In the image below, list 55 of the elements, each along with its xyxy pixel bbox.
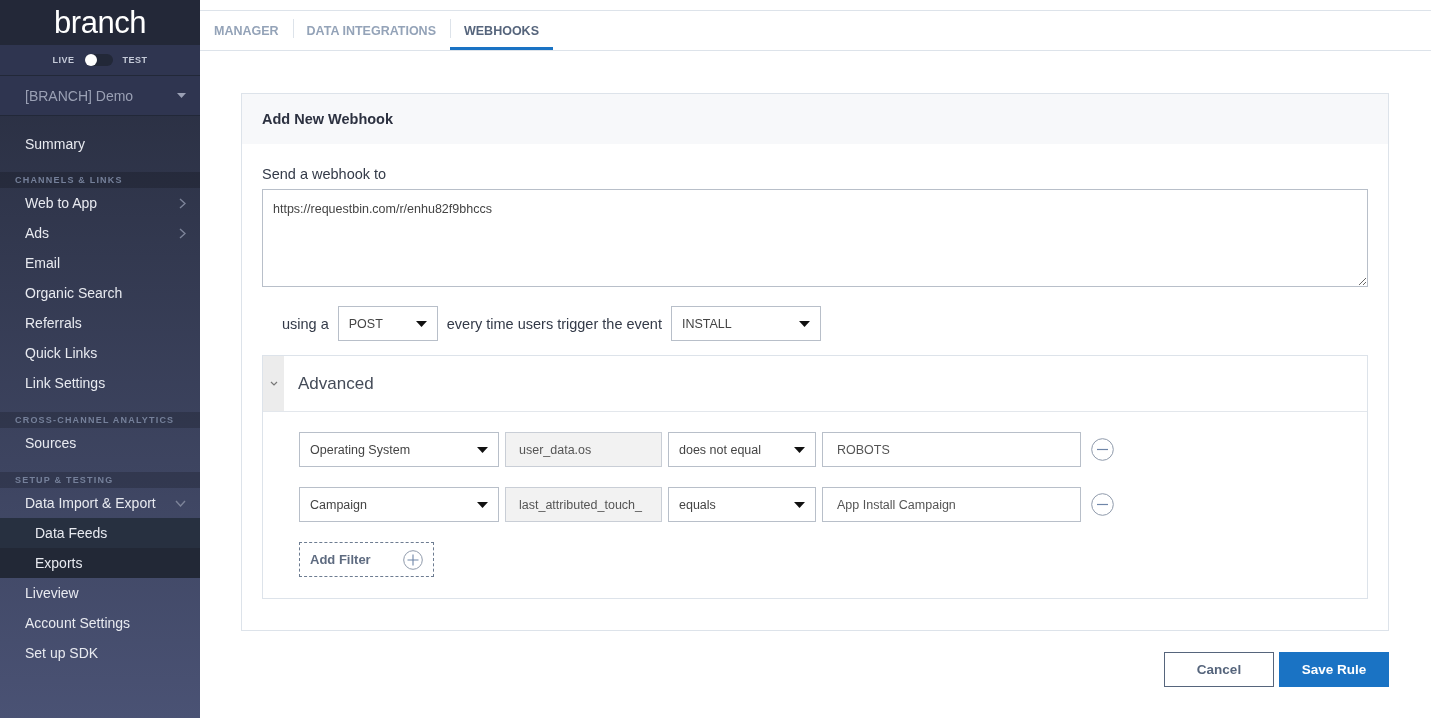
- caret-icon: [177, 93, 186, 98]
- sidebar-item[interactable]: Organic Search: [0, 278, 200, 308]
- add-filter-button[interactable]: Add Filter: [299, 542, 434, 577]
- caret-icon: [415, 320, 427, 327]
- project-selector[interactable]: [BRANCH] Demo: [0, 75, 200, 116]
- remove-icon[interactable]: [1091, 493, 1114, 516]
- sidebar-subitem[interactable]: Data Feeds: [0, 518, 200, 548]
- branch-logo: branch: [54, 7, 146, 38]
- mode-toggle[interactable]: [84, 54, 113, 66]
- sidebar-item[interactable]: Liveview: [0, 578, 200, 608]
- sidebar-item[interactable]: Ads: [0, 218, 200, 248]
- section-heading: SETUP & TESTING: [0, 472, 200, 488]
- sidebar-item[interactable]: Email: [0, 248, 200, 278]
- tab[interactable]: WEBHOOKS: [450, 11, 553, 50]
- caret-icon: [477, 501, 488, 508]
- url-label: Send a webhook to: [262, 166, 388, 182]
- caret-icon: [477, 446, 488, 453]
- sidebar-item[interactable]: Web to App: [0, 188, 200, 218]
- live-label: LIVE: [52, 55, 75, 65]
- section-heading: CROSS-CHANNEL ANALYTICS: [0, 412, 200, 428]
- remove-icon[interactable]: [1091, 438, 1114, 461]
- collapse-toggle[interactable]: [263, 356, 284, 411]
- sidebar-item[interactable]: Account Settings: [0, 608, 200, 638]
- plus-icon: [403, 549, 423, 570]
- sidebar-item[interactable]: Summary: [0, 116, 200, 172]
- save-button[interactable]: Save Rule: [1279, 652, 1389, 687]
- card-title: Add New Webhook: [262, 111, 394, 127]
- dropdown[interactable]: POST: [337, 306, 438, 341]
- dropdown[interactable]: INSTALL: [670, 306, 821, 341]
- test-label: TEST: [122, 55, 148, 65]
- caret-icon: [794, 501, 805, 508]
- value-field[interactable]: ROBOTS: [822, 432, 1081, 467]
- sidebar-subitem[interactable]: Exports: [0, 548, 200, 578]
- sidebar-item[interactable]: Referrals: [0, 308, 200, 338]
- method-label: using a: [282, 315, 329, 332]
- dropdown[interactable]: does not equal: [668, 432, 816, 467]
- property-field: last_attributed_touch_: [505, 487, 662, 522]
- sidebar-item[interactable]: Sources: [0, 428, 200, 458]
- cancel-button[interactable]: Cancel: [1164, 652, 1274, 687]
- sidebar-item[interactable]: Link Settings: [0, 368, 200, 398]
- dropdown[interactable]: Campaign: [299, 487, 499, 522]
- url-field[interactable]: https://requestbin.com/r/enhu82f9bhccs: [262, 189, 1368, 287]
- dropdown[interactable]: Operating System: [299, 432, 499, 467]
- property-field: user_data.os: [505, 432, 662, 467]
- value-field[interactable]: App Install Campaign: [822, 487, 1081, 522]
- chevron-down-icon: [269, 381, 278, 386]
- advanced-title: Advanced: [297, 372, 374, 395]
- dropdown[interactable]: equals: [668, 487, 816, 522]
- caret-icon: [798, 320, 810, 327]
- sidebar-item[interactable]: Data Import & Export: [0, 488, 200, 518]
- section-heading: CHANNELS & LINKS: [0, 172, 200, 188]
- event-label: every time users trigger the event: [446, 315, 662, 332]
- sidebar-item[interactable]: Set up SDK: [0, 638, 200, 668]
- sidebar-item[interactable]: Quick Links: [0, 338, 200, 368]
- caret-icon: [794, 446, 805, 453]
